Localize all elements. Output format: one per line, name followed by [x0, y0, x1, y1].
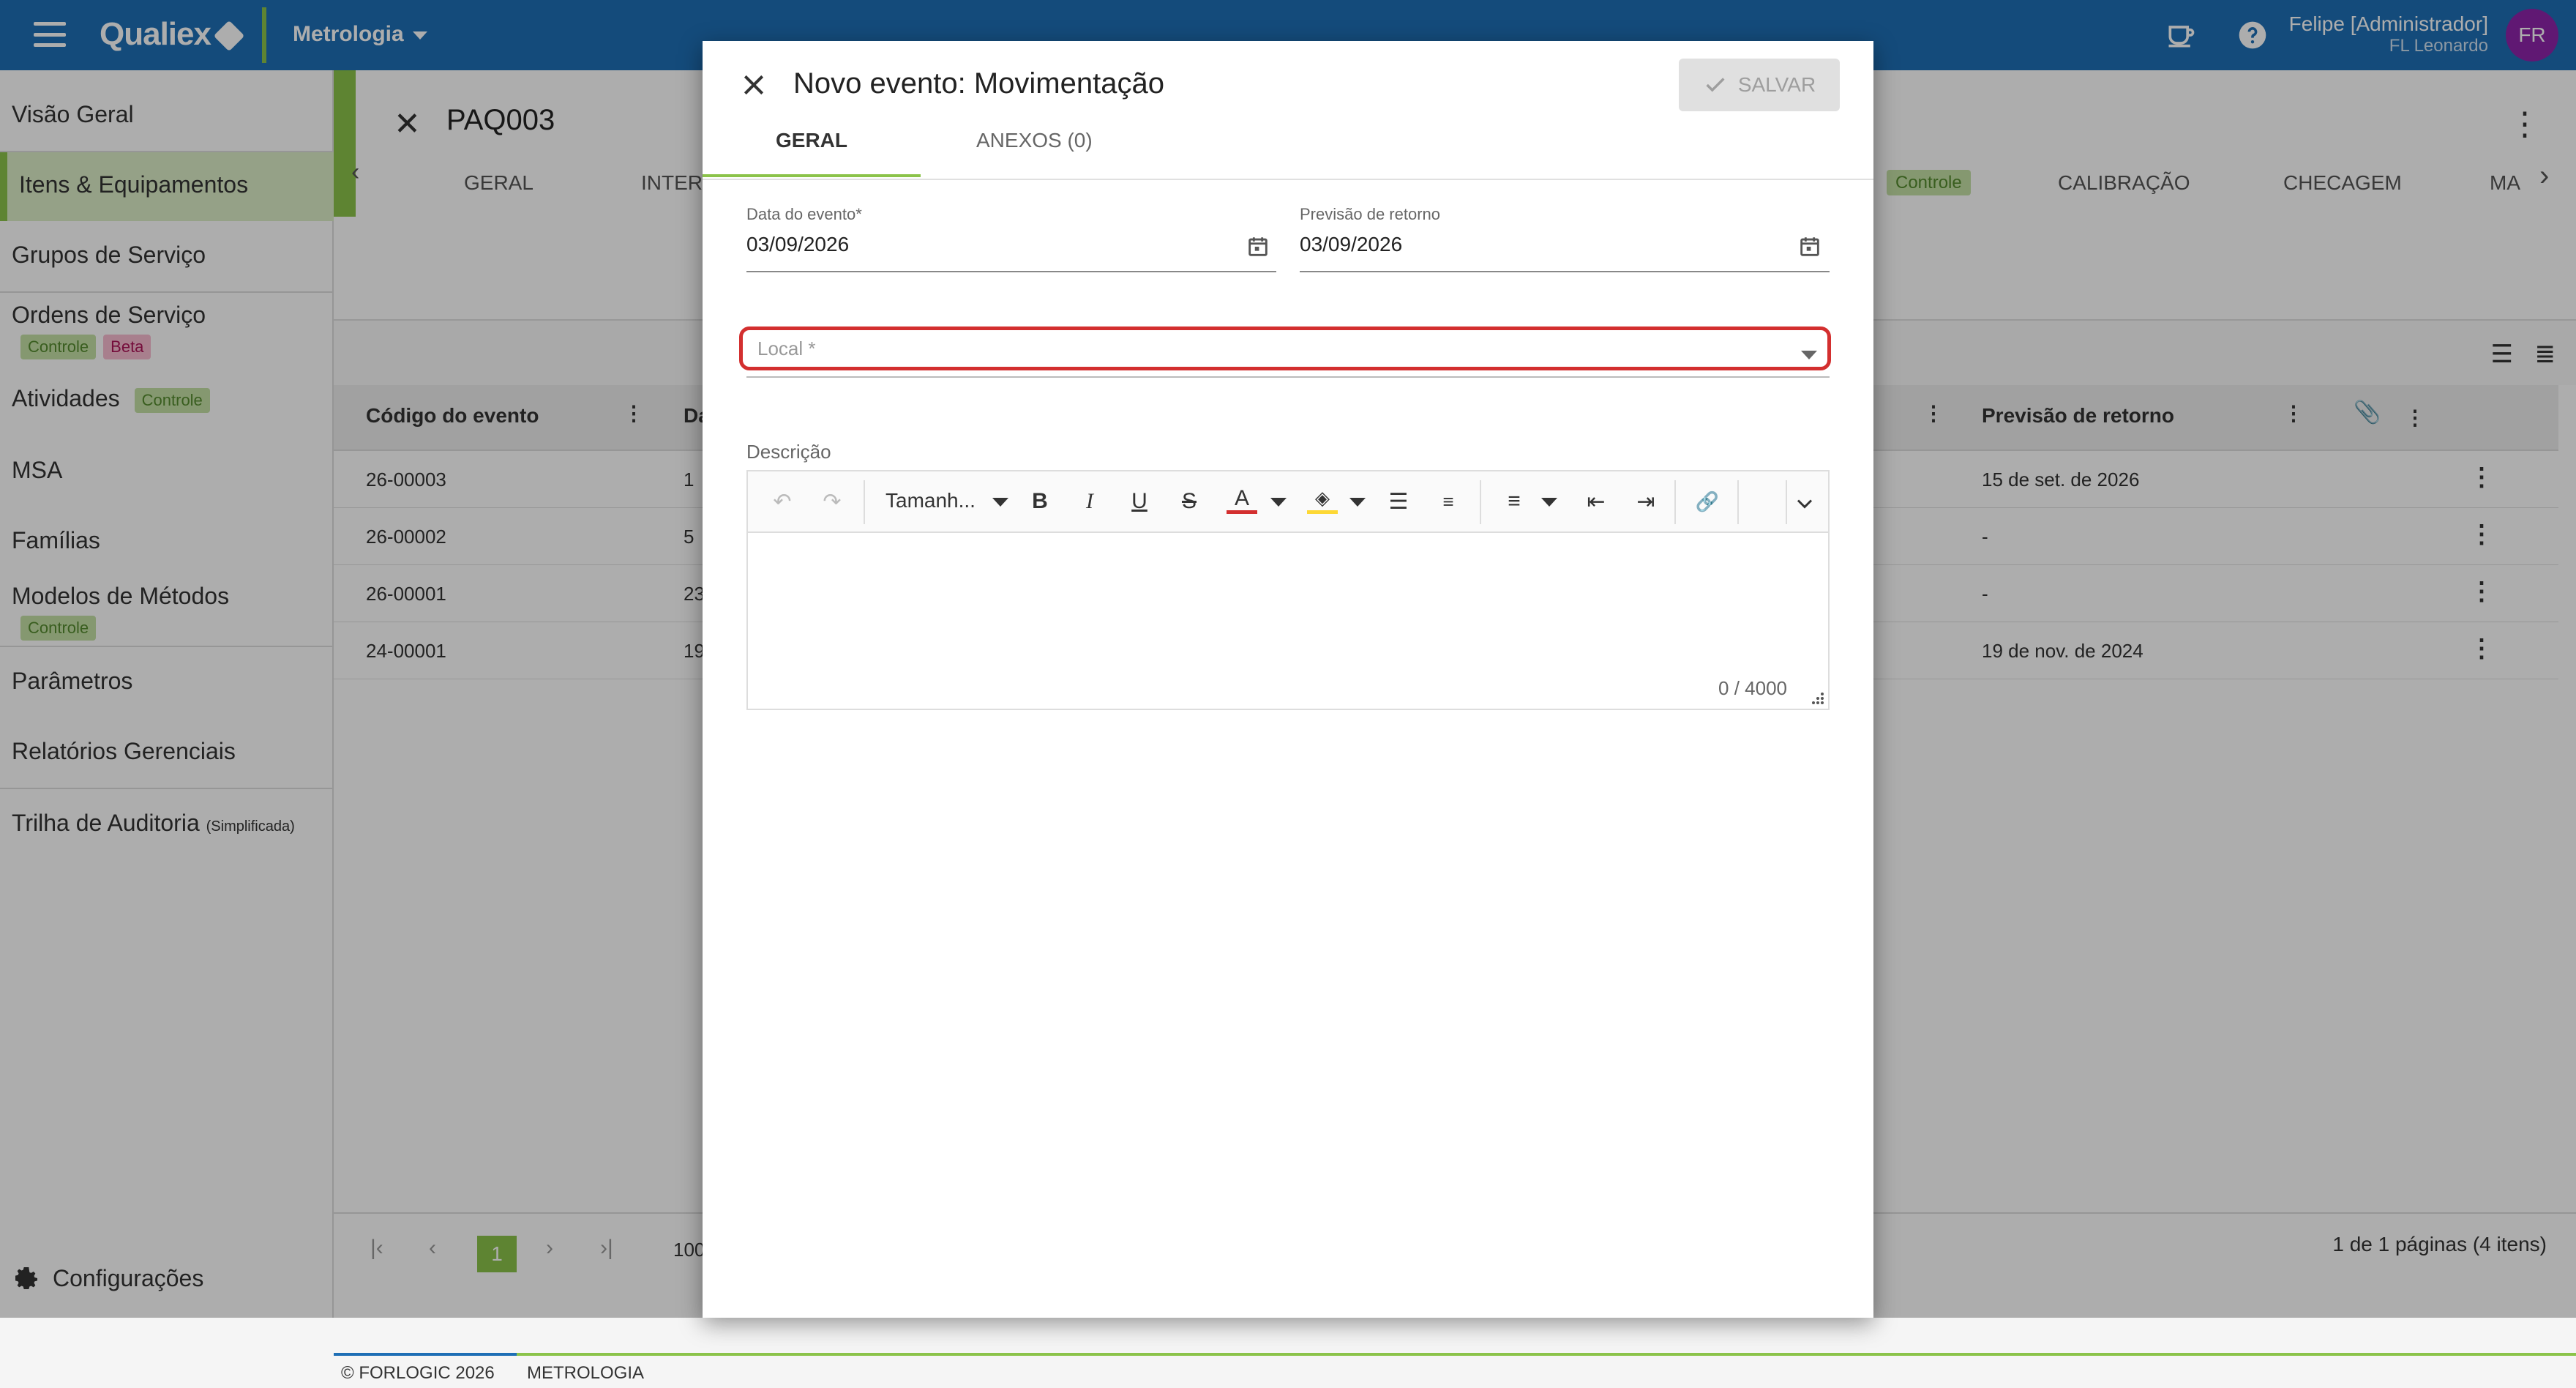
chevron-down-icon[interactable]	[1791, 490, 1818, 517]
modal-tabs: GERAL ANEXOS (0)	[703, 114, 1873, 180]
calendar-icon[interactable]	[1797, 234, 1822, 259]
bold-icon[interactable]: B	[1025, 486, 1055, 517]
footer-copyright: © FORLOGIC 2026	[341, 1363, 495, 1383]
local-underline	[746, 376, 1830, 378]
check-icon	[1706, 78, 1725, 92]
strikethrough-icon[interactable]: S	[1174, 486, 1205, 517]
chevron-down-icon	[1801, 351, 1817, 359]
align-icon[interactable]: ≡	[1499, 486, 1530, 517]
underline-icon[interactable]: U	[1124, 486, 1155, 517]
link-icon[interactable]: 🔗	[1692, 486, 1723, 517]
outdent-icon[interactable]: ⇤	[1581, 486, 1611, 517]
chevron-down-icon	[1349, 498, 1366, 507]
event-date-label: Data do evento*	[746, 205, 862, 223]
new-event-modal: Novo evento: Movimentação SALVAR GERAL A…	[703, 41, 1873, 1318]
local-select[interactable]: Local *	[739, 327, 1831, 370]
close-icon[interactable]	[739, 70, 768, 100]
modal-title: Novo evento: Movimentação	[793, 67, 1164, 100]
italic-icon[interactable]: I	[1074, 486, 1105, 517]
redo-icon[interactable]: ↷	[817, 486, 847, 517]
return-date-underline	[1300, 271, 1830, 272]
font-color-icon[interactable]: A	[1227, 486, 1257, 514]
tab-geral[interactable]: GERAL	[703, 129, 921, 177]
footer: © FORLOGIC 2026 METROLOGIA	[334, 1353, 2576, 1388]
return-date-label: Previsão de retorno	[1300, 205, 1440, 223]
save-button[interactable]: SALVAR	[1679, 59, 1840, 111]
indent-icon[interactable]: ⇥	[1630, 486, 1661, 517]
description-label: Descrição	[746, 441, 831, 463]
event-date-input[interactable]: 03/09/2026	[746, 233, 849, 256]
undo-icon[interactable]: ↶	[767, 486, 798, 517]
tab-anexos[interactable]: ANEXOS (0)	[976, 129, 1093, 177]
event-date-underline	[746, 271, 1276, 272]
highlight-color-icon[interactable]: ◈	[1307, 486, 1338, 514]
editor-toolbar: ↶ ↷ Tamanh... B I U S A ◈ ☰ ≡ ≡ ⇤ ⇥ 🔗	[748, 471, 1828, 533]
character-counter: 0 / 4000	[1718, 677, 1787, 699]
description-editor[interactable]: ↶ ↷ Tamanh... B I U S A ◈ ☰ ≡ ≡ ⇤ ⇥ 🔗 0 …	[746, 470, 1830, 710]
font-size-select[interactable]: Tamanh...	[886, 489, 976, 512]
footer-accent	[334, 1353, 517, 1356]
footer-module: METROLOGIA	[527, 1363, 645, 1383]
bullet-list-icon[interactable]: ☰	[1383, 486, 1414, 517]
chevron-down-icon	[992, 498, 1008, 507]
numbered-list-icon[interactable]: ≡	[1433, 486, 1464, 517]
calendar-icon[interactable]	[1246, 234, 1270, 259]
footer-accent	[517, 1353, 2576, 1356]
chevron-down-icon	[1270, 498, 1287, 507]
chevron-down-icon	[1541, 498, 1557, 507]
local-label: Local *	[757, 337, 816, 359]
return-date-input[interactable]: 03/09/2026	[1300, 233, 1402, 256]
resize-handle-icon[interactable]	[1811, 691, 1825, 706]
